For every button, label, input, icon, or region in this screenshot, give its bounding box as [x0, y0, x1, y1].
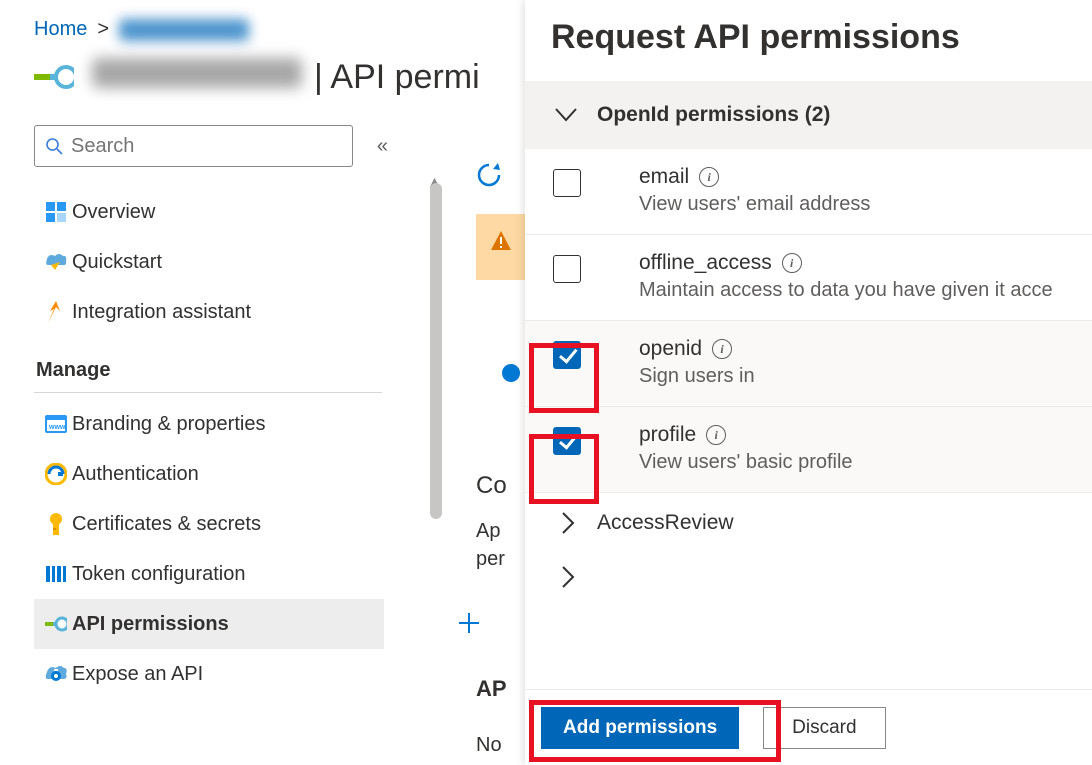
chevron-right-icon — [561, 566, 575, 588]
mid-text-perr: per — [476, 548, 505, 571]
token-icon — [40, 564, 72, 584]
nav-authentication[interactable]: Authentication — [34, 449, 384, 499]
perm-name-email: email — [639, 165, 689, 189]
nav-quickstart[interactable]: Quickstart — [34, 237, 384, 287]
page-title-row: | API permi — [34, 57, 520, 97]
checkbox-profile[interactable] — [553, 427, 581, 455]
group-next-collapsed[interactable] — [525, 557, 1092, 597]
discard-button[interactable]: Discard — [763, 707, 885, 749]
app-registration-icon — [34, 57, 74, 97]
nav-integration[interactable]: Integration assistant — [34, 287, 384, 337]
breadcrumb: Home > — [34, 18, 520, 41]
perm-desc-offline: Maintain access to data you have given i… — [639, 279, 1053, 302]
info-icon[interactable]: i — [712, 339, 732, 359]
add-permission-link[interactable] — [458, 612, 480, 634]
nav-token[interactable]: Token configuration — [34, 549, 384, 599]
group-accessreview-label: AccessReview — [597, 511, 734, 535]
add-permissions-button[interactable]: Add permissions — [541, 707, 739, 749]
perm-row-offline[interactable]: offline_access i Maintain access to data … — [525, 235, 1092, 321]
nav-api-permissions[interactable]: API permissions — [34, 599, 384, 649]
nav-overview[interactable]: Overview — [34, 187, 384, 237]
nav-quickstart-label: Quickstart — [72, 251, 162, 274]
openid-group-label: OpenId permissions (2) — [597, 103, 830, 127]
sidebar-search[interactable] — [34, 125, 353, 167]
sidebar: ▴ « Overview Quickstart Integration assi… — [34, 125, 384, 699]
integration-icon — [40, 301, 72, 323]
nav-branding-label: Branding & properties — [72, 413, 265, 436]
checkbox-openid[interactable] — [553, 341, 581, 369]
branding-icon: www — [40, 415, 72, 433]
collapse-sidebar-icon[interactable]: « — [377, 135, 384, 158]
chevron-down-icon — [555, 108, 577, 122]
expose-api-icon — [40, 665, 72, 683]
perm-name-openid: openid — [639, 337, 702, 361]
perm-desc-openid: Sign users in — [639, 365, 755, 388]
api-permissions-icon — [40, 613, 72, 635]
mid-text-app: Ap — [476, 520, 500, 543]
nav-certificates-label: Certificates & secrets — [72, 513, 261, 536]
info-dot-icon — [502, 364, 520, 382]
nav-overview-label: Overview — [72, 201, 155, 224]
breadcrumb-sep: > — [97, 18, 109, 41]
nav-integration-label: Integration assistant — [72, 301, 251, 324]
nav-expose-api[interactable]: Expose an API — [34, 649, 384, 699]
request-permissions-panel: Request API permissions OpenId permissio… — [525, 0, 1092, 765]
search-input[interactable] — [71, 135, 342, 158]
breadcrumb-app-name[interactable] — [119, 19, 249, 41]
nav-branding[interactable]: www Branding & properties — [34, 399, 384, 449]
openid-group-header[interactable]: OpenId permissions (2) — [525, 81, 1092, 149]
svg-text:www: www — [48, 424, 66, 431]
info-icon[interactable]: i — [706, 425, 726, 445]
nav-authentication-label: Authentication — [72, 463, 199, 486]
chevron-right-icon — [561, 512, 575, 534]
perm-row-profile[interactable]: profile i View users' basic profile — [525, 407, 1092, 493]
quickstart-icon — [40, 253, 72, 271]
certificates-icon — [40, 513, 72, 535]
warning-icon — [490, 230, 512, 252]
perm-desc-email: View users' email address — [639, 193, 870, 216]
scroll-up-icon: ▴ — [430, 171, 442, 183]
authentication-icon — [40, 463, 72, 485]
warning-banner — [476, 214, 526, 280]
panel-footer: Add permissions Discard — [525, 689, 1092, 765]
checkbox-offline[interactable] — [553, 255, 581, 283]
mid-text-no: No — [476, 734, 502, 757]
perm-row-email[interactable]: emaili View users' email address — [525, 149, 1092, 235]
info-icon[interactable]: i — [782, 253, 802, 273]
nav-group-manage: Manage — [34, 337, 382, 393]
group-accessreview[interactable]: AccessReview — [525, 493, 1092, 553]
nav-certificates[interactable]: Certificates & secrets — [34, 499, 384, 549]
perm-name-profile: profile — [639, 423, 696, 447]
perm-name-offline: offline_access — [639, 251, 772, 275]
sidebar-scrollbar[interactable] — [430, 183, 442, 519]
plus-icon — [458, 612, 480, 634]
perm-row-openid[interactable]: openidi Sign users in — [525, 321, 1092, 407]
panel-title: Request API permissions — [525, 0, 1092, 81]
nav-token-label: Token configuration — [72, 563, 245, 586]
page-title-app-name — [92, 58, 302, 88]
perm-desc-profile: View users' basic profile — [639, 451, 853, 474]
search-icon — [45, 137, 63, 155]
info-icon[interactable]: i — [699, 167, 719, 187]
page-title-suffix: | API permi — [314, 58, 480, 97]
checkbox-email[interactable] — [553, 169, 581, 197]
mid-text-api: AP — [476, 676, 507, 702]
page-title: | API permi — [92, 58, 480, 97]
nav-api-permissions-label: API permissions — [72, 613, 229, 636]
overview-icon — [40, 202, 72, 222]
breadcrumb-home[interactable]: Home — [34, 18, 87, 41]
mid-text-con: Co — [476, 472, 507, 500]
nav-expose-api-label: Expose an API — [72, 663, 203, 686]
